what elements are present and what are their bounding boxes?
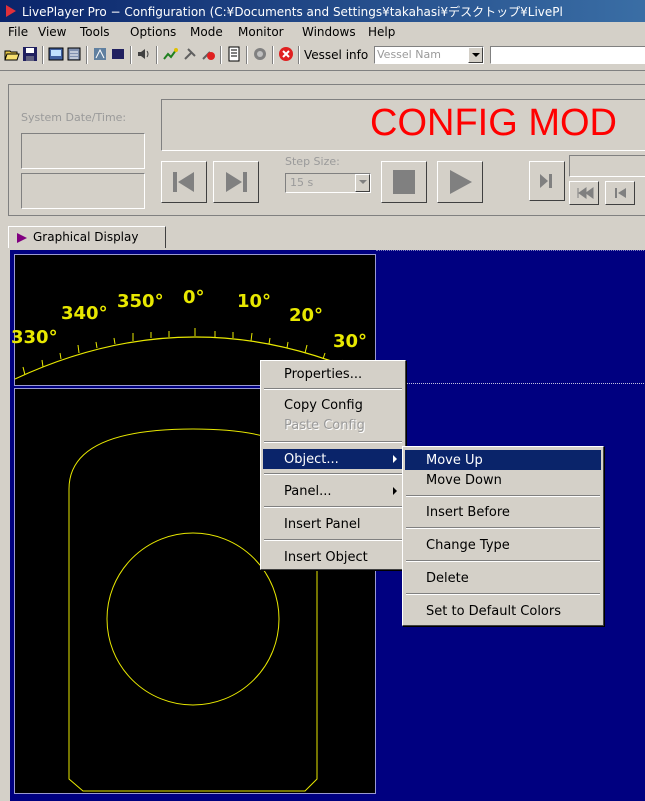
submenu-item-move-down[interactable]: Move Down [405,470,601,490]
step-size-label: Step Size: [285,155,340,168]
compass-label-30: 30° [333,331,368,352]
vessel-name-select[interactable]: Vessel Nam [374,46,484,64]
vessel-extra-field[interactable] [490,46,645,64]
compass-label-20: 20° [289,305,324,326]
menu-view[interactable]: View [38,25,66,39]
submenu-item-insert-before[interactable]: Insert Before [405,502,601,522]
menu-mode[interactable]: Mode [190,25,223,39]
panel-icon[interactable] [110,46,126,62]
menu-item-insert-panel[interactable]: Insert Panel [263,514,403,534]
submenu-item-change-type[interactable]: Change Type [405,535,601,555]
submenu-item-move-up[interactable]: Move Up [405,450,601,470]
menu-monitor[interactable]: Monitor [238,25,284,39]
step-size-select[interactable]: 15 s [285,173,371,193]
submenu-arrow-icon [393,487,397,495]
disabled-circle-icon[interactable] [252,46,268,62]
config-icon[interactable] [48,46,64,62]
app-icon [6,5,16,17]
chart-icon[interactable] [162,46,178,62]
play-button[interactable] [437,161,483,203]
save-icon[interactable] [22,46,38,62]
compass-label-340: 340° [61,303,108,324]
menu-item-object[interactable]: Object... [263,449,403,469]
mode-banner: CONFIG MOD [370,102,617,144]
menu-tools[interactable]: Tools [80,25,110,39]
compass-label-10: 10° [237,291,272,312]
panel-divider [376,383,645,384]
object-submenu: Move Up Move Down Insert Before Change T… [402,446,604,626]
vessel-info-label: Vessel info [304,48,369,62]
vessel-name-placeholder: Vessel Nam [377,48,441,61]
menu-item-panel[interactable]: Panel... [263,481,403,501]
menu-file[interactable]: File [8,25,28,39]
menu-help[interactable]: Help [368,25,395,39]
rewind-button[interactable] [569,181,599,205]
prev-frame-button[interactable] [605,181,635,205]
menu-item-copy-config[interactable]: Copy Config [263,395,403,415]
window-title: LivePlayer Pro − Configuration (C:¥Docum… [22,5,563,19]
menu-item-insert-object[interactable]: Insert Object [263,547,403,567]
skip-to-start-button[interactable] [161,161,207,203]
tab-label: Graphical Display [33,230,139,244]
tab-graphical-display[interactable]: Graphical Display [8,226,166,248]
open-folder-icon[interactable] [4,46,20,62]
mode-banner-box: CONFIG MOD [161,99,645,151]
chevron-down-icon[interactable] [355,174,370,192]
submenu-item-delete[interactable]: Delete [405,568,601,588]
title-bar[interactable]: LivePlayer Pro − Configuration (C:¥Docum… [0,0,645,22]
gauge-icon[interactable] [92,46,108,62]
alarm-icon[interactable] [200,46,216,62]
stop-button[interactable] [381,161,427,203]
menu-item-properties[interactable]: Properties... [263,364,403,384]
chevron-down-icon[interactable] [468,47,483,63]
time-field [21,173,145,209]
step-forward-button[interactable] [529,161,565,201]
submenu-item-default-colors[interactable]: Set to Default Colors [405,601,601,621]
network-icon[interactable] [66,46,82,62]
compass-label-0: 0° [183,287,205,308]
skip-to-end-button[interactable] [213,161,259,203]
system-datetime-label: System Date/Time: [21,111,127,124]
compass-label-330: 330° [11,327,58,348]
play-triangle-icon [17,233,27,243]
context-menu: Properties... Copy Config Paste Config O… [260,360,406,570]
toolbar: Vessel info Vessel Nam [0,42,645,71]
document-icon[interactable] [226,46,242,62]
submenu-arrow-icon [393,455,397,463]
menu-options[interactable]: Options [130,25,176,39]
stop-icon[interactable] [278,46,294,62]
compass-label-350: 350° [117,291,164,312]
control-panel: System Date/Time: CONFIG MOD Step Size: … [8,84,645,216]
menu-item-paste-config: Paste Config [284,418,365,433]
menu-windows[interactable]: Windows [302,25,356,39]
speaker-icon[interactable] [136,46,152,62]
tools-icon[interactable] [182,46,198,62]
playback-time-field [569,155,645,177]
step-size-value: 15 s [290,176,314,189]
menu-bar: File View Tools Options Mode Monitor Win… [0,22,645,42]
date-field [21,133,145,169]
